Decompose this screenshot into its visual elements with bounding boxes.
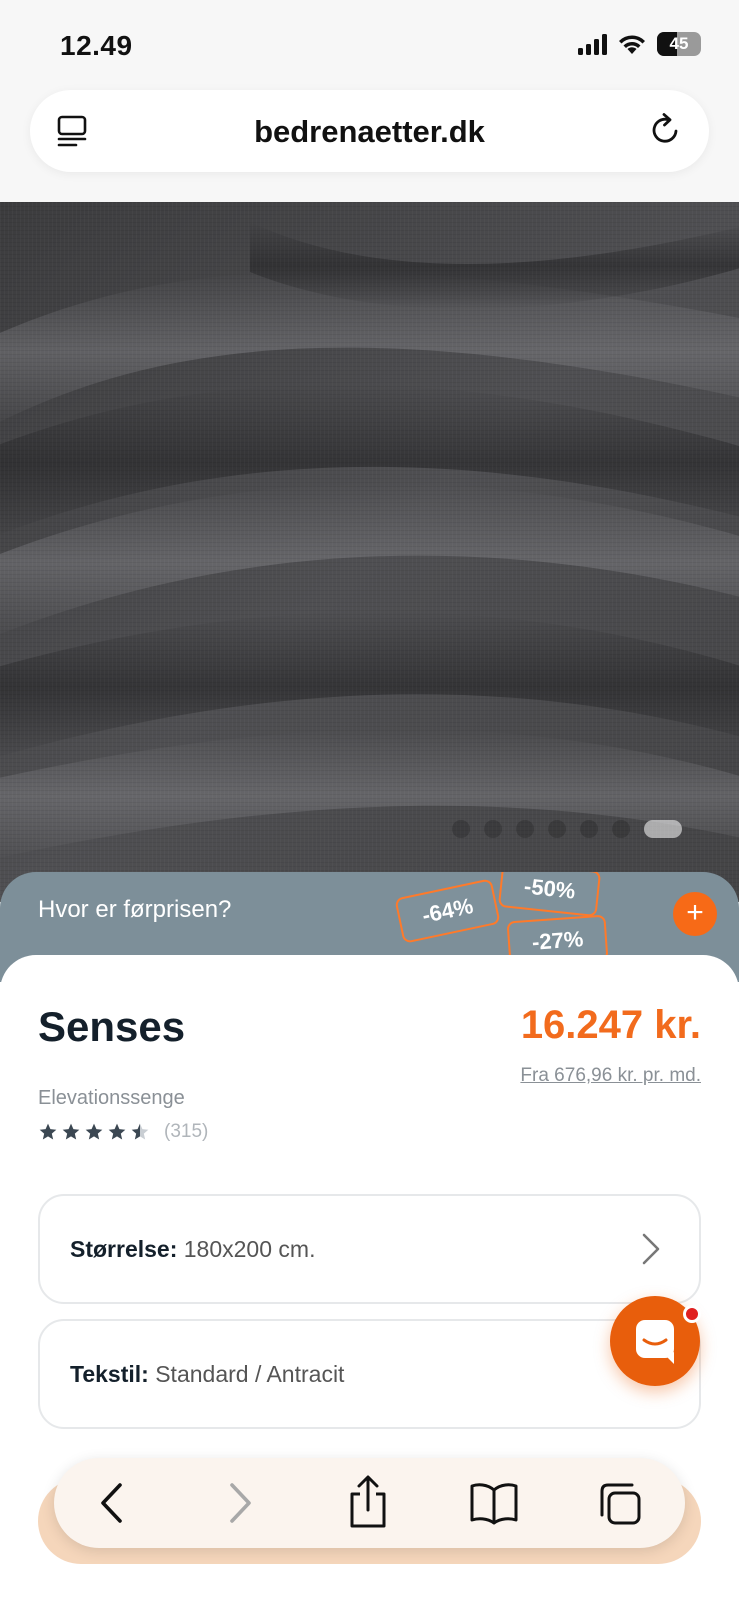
gallery-dot[interactable] bbox=[548, 820, 566, 838]
gallery-dot[interactable] bbox=[580, 820, 598, 838]
forward-icon[interactable] bbox=[222, 1480, 258, 1526]
discount-tag: -50% bbox=[497, 872, 602, 918]
review-count: (315) bbox=[164, 1121, 209, 1142]
gallery-dot[interactable] bbox=[452, 820, 470, 838]
finance-link[interactable]: Fra 676,96 kr. pr. md. bbox=[520, 1065, 701, 1087]
star-icon bbox=[131, 1123, 149, 1140]
browser-toolbar bbox=[54, 1458, 685, 1548]
star-icon bbox=[108, 1123, 126, 1140]
status-time: 12.49 bbox=[60, 30, 133, 61]
browser-chrome: bedrenaetter.dk bbox=[0, 90, 739, 202]
star-icon bbox=[39, 1123, 57, 1140]
star-icon bbox=[62, 1123, 80, 1140]
cellular-signal-icon bbox=[578, 33, 607, 55]
tabs-icon[interactable] bbox=[596, 1480, 644, 1528]
gallery-dot-active[interactable] bbox=[644, 820, 682, 838]
product-rating[interactable]: (315) bbox=[38, 1121, 208, 1143]
product-image[interactable] bbox=[0, 202, 739, 902]
textile-selector[interactable]: Tekstil: Standard / Antracit bbox=[38, 1319, 701, 1429]
size-label: Størrelse: bbox=[70, 1236, 178, 1262]
gallery-dot[interactable] bbox=[484, 820, 502, 838]
reload-icon[interactable] bbox=[647, 112, 683, 148]
discount-tag: -64% bbox=[394, 878, 502, 944]
textile-value: Standard / Antracit bbox=[155, 1361, 345, 1387]
size-option-text: Størrelse: 180x200 cm. bbox=[70, 1236, 315, 1263]
status-bar: 12.49 45 bbox=[0, 0, 739, 90]
gallery-dot[interactable] bbox=[516, 820, 534, 838]
page: 12.49 45 bedrenaetter.dk Hvor er førpris… bbox=[0, 0, 739, 1600]
product-name: Senses bbox=[38, 1003, 186, 1050]
size-selector[interactable]: Størrelse: 180x200 cm. bbox=[38, 1194, 701, 1304]
textile-label: Tekstil: bbox=[70, 1361, 149, 1387]
battery-level: 45 bbox=[669, 34, 689, 53]
rating-stars bbox=[38, 1122, 150, 1142]
gallery-dot[interactable] bbox=[612, 820, 630, 838]
product-category: Elevationssenge bbox=[38, 1087, 185, 1109]
url-text[interactable]: bedrenaetter.dk bbox=[30, 114, 709, 150]
bookmarks-icon[interactable] bbox=[468, 1480, 520, 1526]
status-icons: 45 bbox=[578, 32, 701, 56]
gallery-pagination bbox=[452, 820, 682, 838]
textile-option-text: Tekstil: Standard / Antracit bbox=[70, 1361, 344, 1388]
battery-icon: 45 bbox=[657, 32, 701, 56]
back-icon[interactable] bbox=[94, 1480, 130, 1526]
wifi-icon bbox=[619, 35, 645, 54]
share-icon[interactable] bbox=[346, 1474, 390, 1530]
expand-promo-button[interactable]: + bbox=[673, 892, 717, 936]
promo-text: Hvor er førprisen? bbox=[38, 896, 232, 923]
chevron-right-icon bbox=[642, 1233, 660, 1265]
product-price: 16.247 kr. bbox=[520, 1003, 701, 1047]
notification-badge bbox=[683, 1305, 701, 1323]
star-icon bbox=[85, 1123, 103, 1140]
size-value: 180x200 cm. bbox=[183, 1236, 316, 1262]
address-bar[interactable]: bedrenaetter.dk bbox=[30, 90, 709, 172]
